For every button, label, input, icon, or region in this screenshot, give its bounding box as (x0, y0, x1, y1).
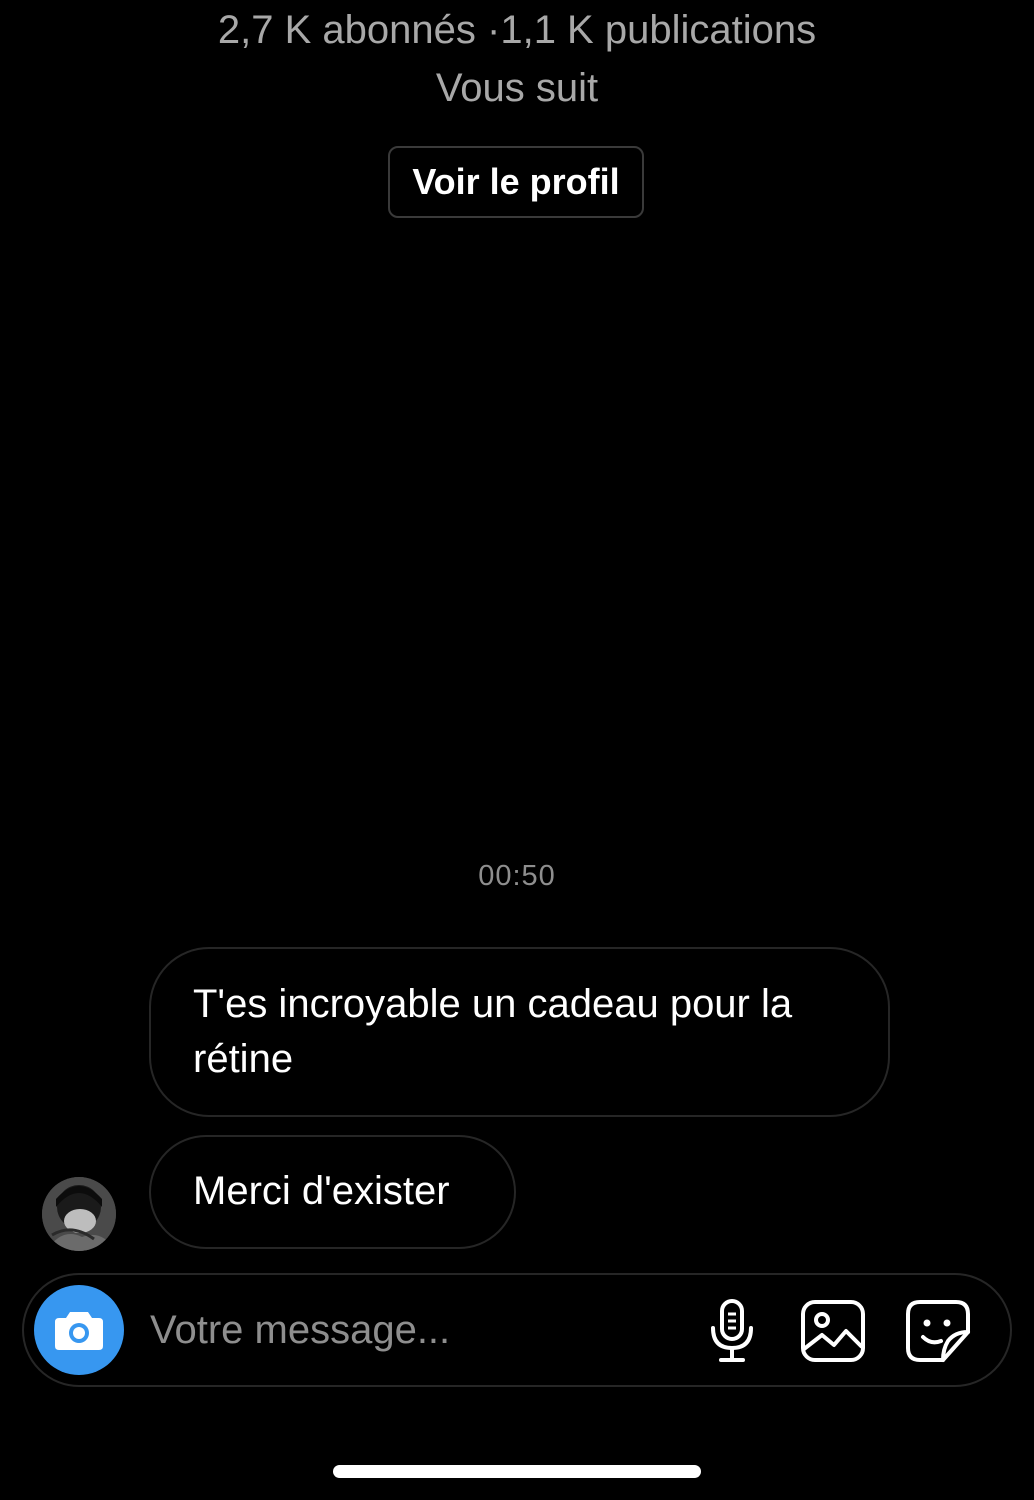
sender-avatar[interactable] (42, 1177, 116, 1251)
voice-message-button[interactable] (697, 1296, 767, 1366)
microphone-icon (711, 1299, 753, 1362)
message-timestamp: 00:50 (478, 860, 556, 892)
message-input[interactable] (150, 1300, 680, 1360)
gallery-button[interactable] (798, 1296, 868, 1366)
sticker-button[interactable] (903, 1296, 973, 1366)
follow-status: Vous suit (435, 66, 599, 110)
message-bubble[interactable]: Merci d'exister (149, 1135, 516, 1249)
camera-icon (55, 1312, 103, 1350)
profile-stats: 2,7 K abonnés ·1,1 K publications (217, 8, 817, 52)
camera-button[interactable] (34, 1285, 124, 1375)
view-profile-button[interactable]: Voir le profil (388, 146, 644, 218)
sticker-icon (906, 1300, 970, 1362)
home-indicator[interactable] (333, 1465, 701, 1478)
image-icon (801, 1300, 865, 1362)
message-bubble[interactable]: T'es incroyable un cadeau pour la rétine (149, 947, 890, 1117)
avatar-image (42, 1177, 116, 1251)
